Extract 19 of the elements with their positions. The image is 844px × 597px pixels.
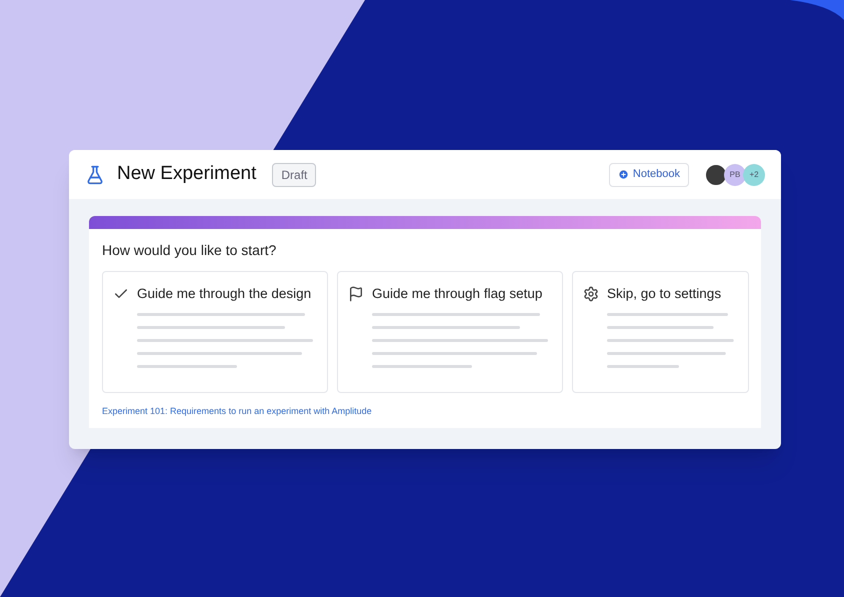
option-title: Guide me through flag setup [372, 285, 542, 303]
notebook-button[interactable]: Notebook [608, 162, 689, 186]
flag-icon [348, 286, 364, 302]
option-title: Skip, go to settings [607, 285, 722, 303]
page-title: New Experiment [117, 162, 256, 186]
avatar[interactable]: PB [724, 164, 746, 186]
option-card[interactable]: Guide me through the design [102, 271, 328, 393]
status-badge: Draft [272, 162, 316, 186]
help-link[interactable]: Experiment 101: Requirements to run an experiment with Amplitude [102, 405, 748, 418]
avatar[interactable] [705, 164, 727, 186]
prompt-text: How would you like to start? [102, 241, 278, 260]
option-card[interactable]: Guide me through flag setup [337, 271, 563, 393]
option-card[interactable]: Skip, go to settings [572, 271, 749, 393]
settings-icon [583, 286, 599, 302]
corner-shape [790, 0, 844, 20]
flask-icon [85, 164, 105, 184]
avatar[interactable]: +2 [743, 164, 765, 186]
option-title: Guide me through the design [137, 285, 312, 303]
plus-icon [618, 169, 629, 180]
